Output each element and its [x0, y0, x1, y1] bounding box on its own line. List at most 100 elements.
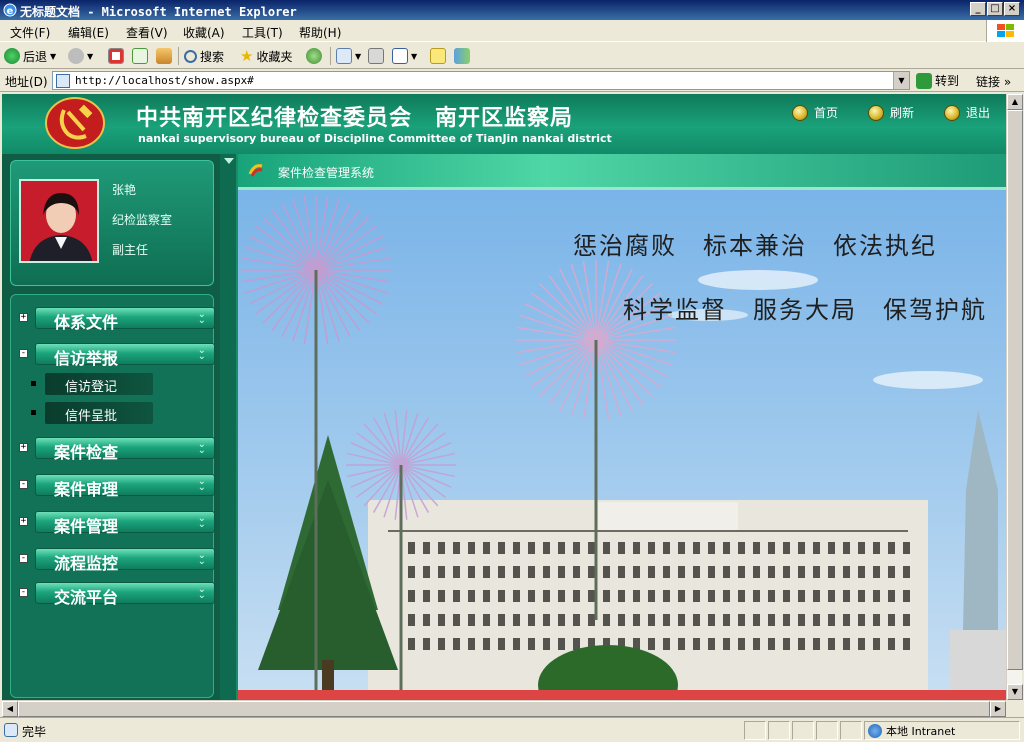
user-avatar	[19, 179, 99, 263]
history-icon	[306, 48, 322, 64]
left-sidebar: 张艳 纪检监察室 副主任 + 体系文件 ⌄ ⌄ - 信访举报 ⌄ ⌄ 信访登记 信件呈批	[2, 154, 220, 700]
chevron-down-icon: ⌄ ⌄	[197, 439, 206, 456]
nav-home-label: 首页	[814, 106, 839, 120]
stop-icon	[108, 48, 124, 64]
star-icon: ★	[240, 47, 254, 65]
expand-toggle-icon[interactable]: +	[19, 517, 28, 526]
edit-button[interactable]: ▼	[392, 46, 417, 66]
mail-icon	[336, 48, 352, 64]
collapse-sidebar-handle[interactable]	[220, 154, 236, 700]
toolbar: 后退 ▼ ▼ 搜索 ★ 收藏夹 ▼ ▼	[0, 43, 1024, 69]
refresh-icon	[868, 104, 884, 121]
nav-subitem-label: 信件呈批	[65, 409, 118, 424]
collapse-toggle-icon[interactable]: -	[19, 349, 28, 358]
main-content: 案件检查管理系统 惩治腐败 标本兼治 依法执纪 科学监督 服务大局 保驾护航	[220, 154, 1006, 700]
nav-refresh-button[interactable]: 刷新	[868, 104, 914, 121]
nav-refresh-label: 刷新	[890, 106, 915, 120]
home-button[interactable]	[156, 46, 172, 66]
address-input[interactable]: http://localhost/show.aspx# ▼	[52, 71, 910, 90]
horizontal-scrollbar[interactable]: ◀ ▶	[2, 700, 1006, 717]
favorites-label: 收藏夹	[256, 49, 293, 64]
nav-category-case-inspection[interactable]: + 案件检查 ⌄ ⌄	[19, 437, 215, 462]
chevron-down-icon: ⌄ ⌄	[197, 513, 206, 530]
user-profile-card: 张艳 纪检监察室 副主任	[10, 160, 214, 286]
history-button[interactable]	[306, 46, 322, 66]
minimize-button[interactable]: _	[970, 2, 986, 16]
windows-logo-icon	[986, 20, 1024, 42]
collapse-toggle-icon[interactable]: -	[19, 588, 28, 597]
nav-subitem-label: 信访登记	[65, 380, 118, 395]
nav-category-case-management[interactable]: + 案件管理 ⌄ ⌄	[19, 511, 215, 536]
print-button[interactable]	[368, 46, 384, 66]
nav-home-button[interactable]: 首页	[792, 104, 838, 121]
vertical-scrollbar[interactable]: ▲ ▼	[1006, 94, 1023, 700]
collapse-arrow-icon	[224, 158, 234, 164]
scroll-left-icon[interactable]: ◀	[2, 701, 18, 717]
nav-category-label: 案件管理	[54, 517, 119, 536]
menu-edit[interactable]: 编辑(E)	[68, 24, 109, 41]
address-url: http://localhost/show.aspx#	[75, 74, 254, 87]
site-header: 中共南开区纪律检查委员会 南开区监察局 nankai supervisory b…	[2, 94, 1006, 154]
nav-category-case-review[interactable]: - 案件审理 ⌄ ⌄	[19, 474, 215, 499]
back-button[interactable]: 后退 ▼	[4, 46, 56, 66]
nav-logout-button[interactable]: 退出	[944, 104, 990, 121]
expand-toggle-icon[interactable]: +	[19, 313, 28, 322]
horizontal-scroll-thumb[interactable]	[18, 701, 990, 717]
expand-toggle-icon[interactable]: +	[19, 443, 28, 452]
bullet-icon	[31, 410, 36, 415]
messenger-button[interactable]	[454, 46, 470, 66]
ie-logo-icon: e	[3, 3, 17, 17]
logout-icon	[944, 104, 960, 121]
collapse-toggle-icon[interactable]: -	[19, 480, 28, 489]
home-icon	[792, 104, 808, 121]
menu-file[interactable]: 文件(F)	[10, 24, 50, 41]
user-position: 副主任	[112, 243, 149, 257]
chevron-down-icon: ⌄ ⌄	[197, 345, 206, 362]
forward-button[interactable]: ▼	[68, 46, 93, 66]
nav-category-exchange[interactable]: - 交流平台 ⌄ ⌄	[19, 582, 215, 607]
scroll-down-icon[interactable]: ▼	[1007, 684, 1023, 700]
menu-help[interactable]: 帮助(H)	[299, 24, 341, 41]
go-label: 转到	[935, 74, 960, 88]
chevron-down-icon: ⌄ ⌄	[197, 584, 206, 601]
scroll-right-icon[interactable]: ▶	[990, 701, 1006, 717]
menu-favorites[interactable]: 收藏(A)	[183, 24, 225, 41]
go-button[interactable]: 转到	[916, 72, 959, 89]
user-department: 纪检监察室	[112, 213, 173, 227]
banner-photo: 惩治腐败 标本兼治 依法执纪 科学监督 服务大局 保驾护航	[238, 190, 1006, 700]
nav-category-label: 体系文件	[54, 313, 119, 332]
sidebar-menu: + 体系文件 ⌄ ⌄ - 信访举报 ⌄ ⌄ 信访登记 信件呈批 + 案件检查 ⌄ ⌄ - 案	[10, 294, 215, 698]
nav-category-process-monitoring[interactable]: - 流程监控 ⌄ ⌄	[19, 548, 215, 573]
links-button[interactable]: 链接 »	[976, 73, 1011, 90]
address-label: 地址(D)	[5, 75, 48, 89]
nav-category-label: 信访举报	[54, 349, 119, 368]
nav-category-petitions[interactable]: - 信访举报 ⌄ ⌄	[19, 343, 215, 368]
menu-view[interactable]: 查看(V)	[126, 24, 168, 41]
back-arrow-icon	[4, 48, 20, 64]
svg-text:e: e	[7, 6, 14, 17]
vertical-scroll-thumb[interactable]	[1007, 110, 1023, 670]
close-button[interactable]: ×	[1004, 2, 1020, 16]
system-logo-icon	[248, 164, 263, 177]
collapse-toggle-icon[interactable]: -	[19, 554, 28, 563]
nav-category-documents[interactable]: + 体系文件 ⌄ ⌄	[19, 307, 215, 332]
favorites-button[interactable]: ★ 收藏夹	[240, 46, 292, 66]
slogan-line-1: 惩治腐败 标本兼治 依法执纪	[573, 232, 937, 260]
intranet-icon	[868, 724, 882, 738]
scroll-up-icon[interactable]: ▲	[1007, 94, 1023, 110]
search-button[interactable]: 搜索	[184, 46, 224, 66]
discuss-button[interactable]	[430, 46, 446, 66]
chevron-down-icon: ⌄ ⌄	[197, 476, 206, 493]
address-dropdown-icon[interactable]: ▼	[893, 72, 909, 89]
menu-tools[interactable]: 工具(T)	[242, 24, 283, 41]
page-icon	[56, 74, 70, 88]
nav-category-label: 流程监控	[54, 554, 119, 573]
messenger-icon	[454, 48, 470, 64]
refresh-button[interactable]	[132, 46, 148, 66]
forward-arrow-icon	[68, 48, 84, 64]
maximize-button[interactable]: □	[987, 2, 1003, 16]
stop-button[interactable]	[108, 46, 124, 66]
security-zone: 本地 Intranet	[868, 723, 955, 739]
page-status-icon	[4, 723, 18, 737]
mail-button[interactable]: ▼	[336, 46, 361, 66]
